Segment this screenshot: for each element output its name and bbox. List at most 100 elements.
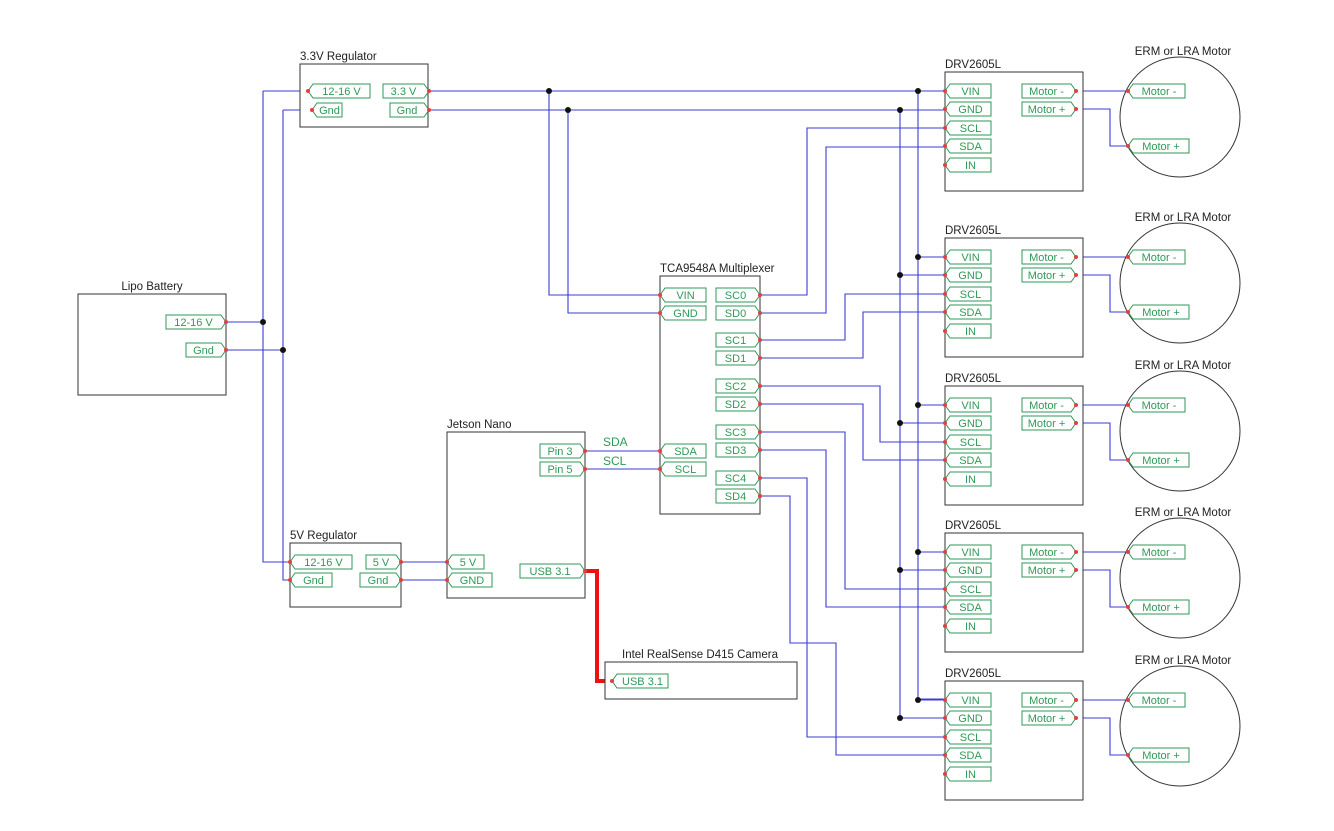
realsense-camera: Intel RealSense D415 Camera USB 3.1 [604, 649, 798, 700]
drv4-in-pin: IN [943, 618, 992, 634]
drv1-sda-pin-label: SDA [959, 141, 982, 153]
mux-channel-sd2: SD2 [715, 396, 762, 412]
drv2-in-pin-terminal [943, 329, 947, 333]
drv3-sda-pin: SDA [943, 452, 992, 468]
battery-gnd-pin: Gnd [185, 342, 228, 358]
jetson-nano: Jetson Nano Pin 3 Pin 5 5 V GND USB 3.1 [445, 419, 587, 599]
reg5-vout-pin-terminal [399, 560, 403, 564]
reg5-gnd-pin: Gnd [288, 572, 333, 588]
drv2-sda-pin-label: SDA [959, 307, 982, 319]
motor-5: ERM or LRA Motor Motor - Motor + [1119, 655, 1241, 787]
drv5-sda-pin-terminal [943, 753, 947, 757]
motor5-plus-pin: Motor + [1126, 747, 1190, 763]
motor-3: ERM or LRA Motor Motor - Motor + [1119, 360, 1241, 492]
i2c-channel-wire-10 [760, 495, 945, 756]
drv1-gnd-pin-label: GND [958, 104, 983, 116]
junction-dot [897, 715, 903, 721]
mux-channel-sd0-terminal [758, 311, 762, 315]
junction-dot [915, 697, 921, 703]
jetson-5v-pin-terminal [445, 560, 449, 564]
motor-1: ERM or LRA Motor Motor - Motor + [1119, 46, 1241, 178]
schematic-canvas: SDA SCL 3.3V Regulator 12-16 V Gnd 3.3 V Gnd L… [0, 0, 1334, 831]
drv1-motor-plus-pin: Motor + [1021, 101, 1078, 117]
motor5-minus-pin-terminal [1126, 698, 1130, 702]
mux-channel-sc3-label: SC3 [725, 427, 746, 439]
motor1-minus-pin-terminal [1126, 89, 1130, 93]
battery-vout-pin-label: 12-16 V [174, 317, 213, 329]
drv1-scl-pin-label: SCL [960, 123, 981, 135]
drv4-motor-minus-pin-terminal [1074, 550, 1078, 554]
drv4-in-pin-label: IN [965, 621, 976, 633]
jetson-gnd-pin-terminal [445, 578, 449, 582]
drv1-vin-pin: VIN [943, 83, 992, 99]
drv3-in-pin-label: IN [965, 474, 976, 486]
reg5-gnd-pin-terminal [288, 578, 292, 582]
regulator-3v3: 3.3V Regulator 12-16 V Gnd 3.3 V Gnd [299, 51, 431, 128]
reg5-vin-pin-label: 12-16 V [304, 557, 343, 569]
motor-1-body [1119, 56, 1241, 178]
drv5-gnd-pin-terminal [943, 716, 947, 720]
drv2605l-board-2-title: DRV2605L [945, 225, 1002, 237]
motor-4-title: ERM or LRA Motor [1135, 507, 1232, 519]
motor-5-body [1119, 665, 1241, 787]
battery-gnd-pin-label: Gnd [193, 345, 214, 357]
motor3-minus-pin-terminal [1126, 403, 1130, 407]
junction-dot [915, 549, 921, 555]
drv2-motor-plus-pin-terminal [1074, 273, 1078, 277]
reg33-vin-pin: 12-16 V [306, 83, 371, 99]
jetson-gnd-pin: GND [445, 572, 493, 588]
reg33-gndout-pin: Gnd [389, 102, 431, 118]
drv3-vin-pin-terminal [943, 403, 947, 407]
drv2-scl-pin-terminal [943, 292, 947, 296]
motor3-plus-pin-label: Motor + [1142, 455, 1180, 467]
motor2-minus-pin-label: Motor - [1142, 252, 1177, 264]
motor1-minus-pin-label: Motor - [1142, 86, 1177, 98]
drv5-gnd-pin-label: GND [958, 713, 983, 725]
mux-channel-sd3-label: SD3 [725, 445, 746, 457]
mux-gnd-pin-terminal [658, 311, 662, 315]
motor-2-body [1119, 222, 1241, 344]
jetson-5v-pin-label: 5 V [460, 557, 477, 569]
jetson-usb-pin-label: USB 3.1 [530, 566, 571, 578]
reg33-vout-pin-label: 3.3 V [391, 86, 417, 98]
drv5-motor-minus-pin: Motor - [1021, 692, 1078, 708]
motor-2-title: ERM or LRA Motor [1135, 212, 1232, 224]
reg33-gnd-pin-label: Gnd [319, 105, 340, 117]
motor4-plus-pin-label: Motor + [1142, 602, 1180, 614]
motor3-plus-pin: Motor + [1126, 452, 1190, 468]
i2c-channel-wire-2 [760, 146, 945, 314]
motor4-plus-pin-terminal [1126, 605, 1130, 609]
mux-gnd-pin-label: GND [673, 308, 698, 320]
drv4-scl-pin-terminal [943, 587, 947, 591]
sda-wire-label: SDA [603, 435, 628, 449]
lipo-battery: Lipo Battery 12-16 V Gnd [77, 281, 228, 396]
drv1-vin-pin-label: VIN [961, 86, 979, 98]
camera-usb-pin-terminal [610, 679, 614, 683]
v1216-bus-wire [262, 91, 290, 563]
drv5-motor-plus-pin-terminal [1074, 716, 1078, 720]
drv3-gnd-pin-label: GND [958, 418, 983, 430]
drv2-sda-pin: SDA [943, 304, 992, 320]
drv2605l-board-1: DRV2605L VIN GND SCL SDA IN Motor - Motor + [943, 59, 1084, 192]
drv4-motor-plus-pin-terminal [1074, 568, 1078, 572]
motor-2: ERM or LRA Motor Motor - Motor + [1119, 212, 1241, 344]
jetson-pin5: Pin 5 [539, 461, 587, 477]
drv4-motor-plus-pin-label: Motor + [1028, 565, 1066, 577]
motor1-plus-pin-label: Motor + [1142, 141, 1180, 153]
motor-4-body [1119, 517, 1241, 639]
gnd-bus-wire [282, 110, 290, 581]
i2c-channel-wire-5 [760, 385, 945, 443]
mux-channel-sc4: SC4 [715, 470, 762, 486]
drv3-vin-pin-label: VIN [961, 400, 979, 412]
regulator-5v-title: 5V Regulator [290, 530, 357, 542]
drv2-gnd-pin-label: GND [958, 270, 983, 282]
reg5-vin-pin-terminal [288, 560, 292, 564]
motor1-plus-pin-terminal [1126, 144, 1130, 148]
jetson-pin3-label: Pin 3 [547, 446, 572, 458]
drv3-motor-minus-pin: Motor - [1021, 397, 1078, 413]
reg5-gnd-pin-label: Gnd [303, 575, 324, 587]
mux-channel-sc1-label: SC1 [725, 335, 746, 347]
drv2-vin-pin-terminal [943, 255, 947, 259]
mux-scl-pin-label: SCL [675, 464, 696, 476]
drv4-scl-pin: SCL [943, 581, 992, 597]
